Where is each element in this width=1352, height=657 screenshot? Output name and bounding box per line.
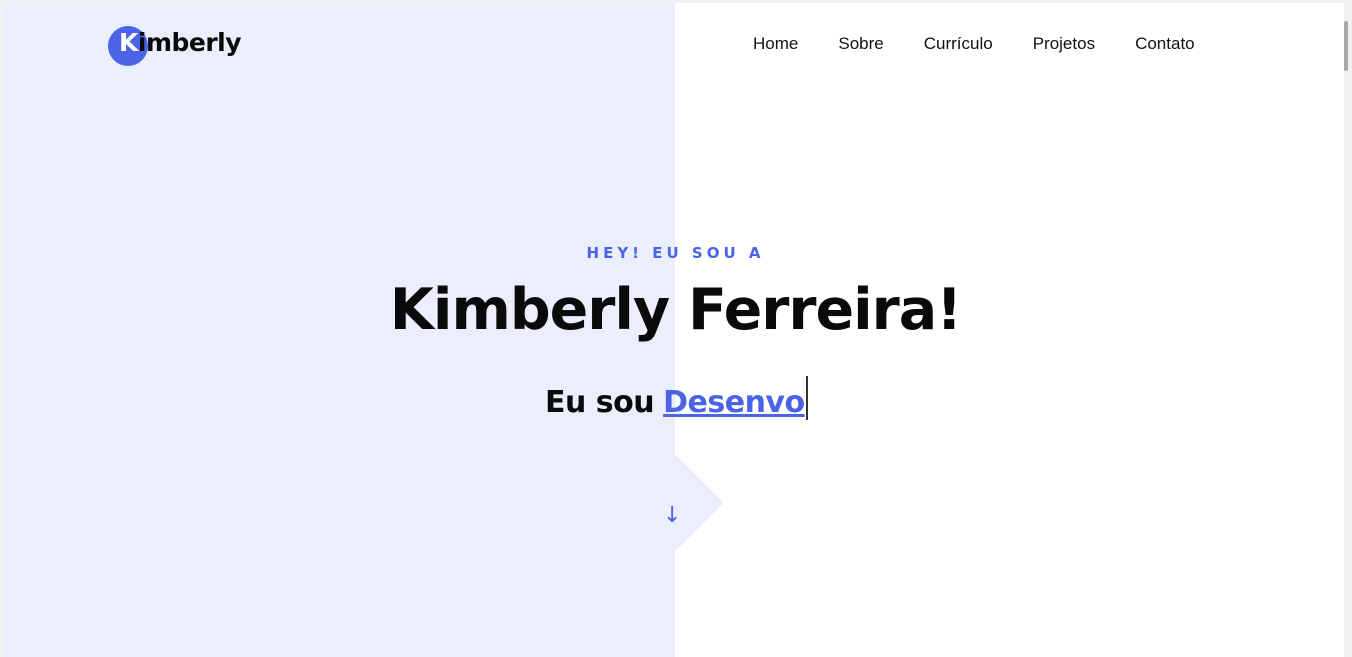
hero-subtitle: Eu sou Desenvo: [545, 368, 808, 420]
logo-rest: imberly: [137, 28, 242, 57]
nav-projetos[interactable]: Projetos: [1033, 34, 1095, 54]
nav-curriculo[interactable]: Currículo: [924, 34, 993, 54]
scrollbar[interactable]: [1344, 3, 1348, 657]
nav-home[interactable]: Home: [753, 34, 798, 54]
logo-text: Kimberly: [119, 28, 242, 57]
scrollbar-thumb[interactable]: [1344, 21, 1348, 71]
page-viewport: Kimberly Home Sobre Currículo Projetos C…: [3, 3, 1348, 657]
site-logo[interactable]: Kimberly: [108, 26, 242, 66]
logo-initial: K: [119, 28, 138, 57]
nav-sobre[interactable]: Sobre: [838, 34, 883, 54]
typing-cursor: [805, 376, 808, 420]
nav-contato[interactable]: Contato: [1135, 34, 1195, 54]
main-nav: Home Sobre Currículo Projetos Contato: [753, 34, 1195, 54]
arrow-down-icon[interactable]: ↓: [663, 503, 681, 528]
typed-role-text: Desenvo: [663, 385, 805, 420]
hero-title: Kimberly Ferreira!: [389, 277, 962, 343]
hero-eyebrow: HEY! EU SOU A: [586, 244, 765, 262]
subtitle-prefix: Eu sou: [545, 385, 655, 420]
